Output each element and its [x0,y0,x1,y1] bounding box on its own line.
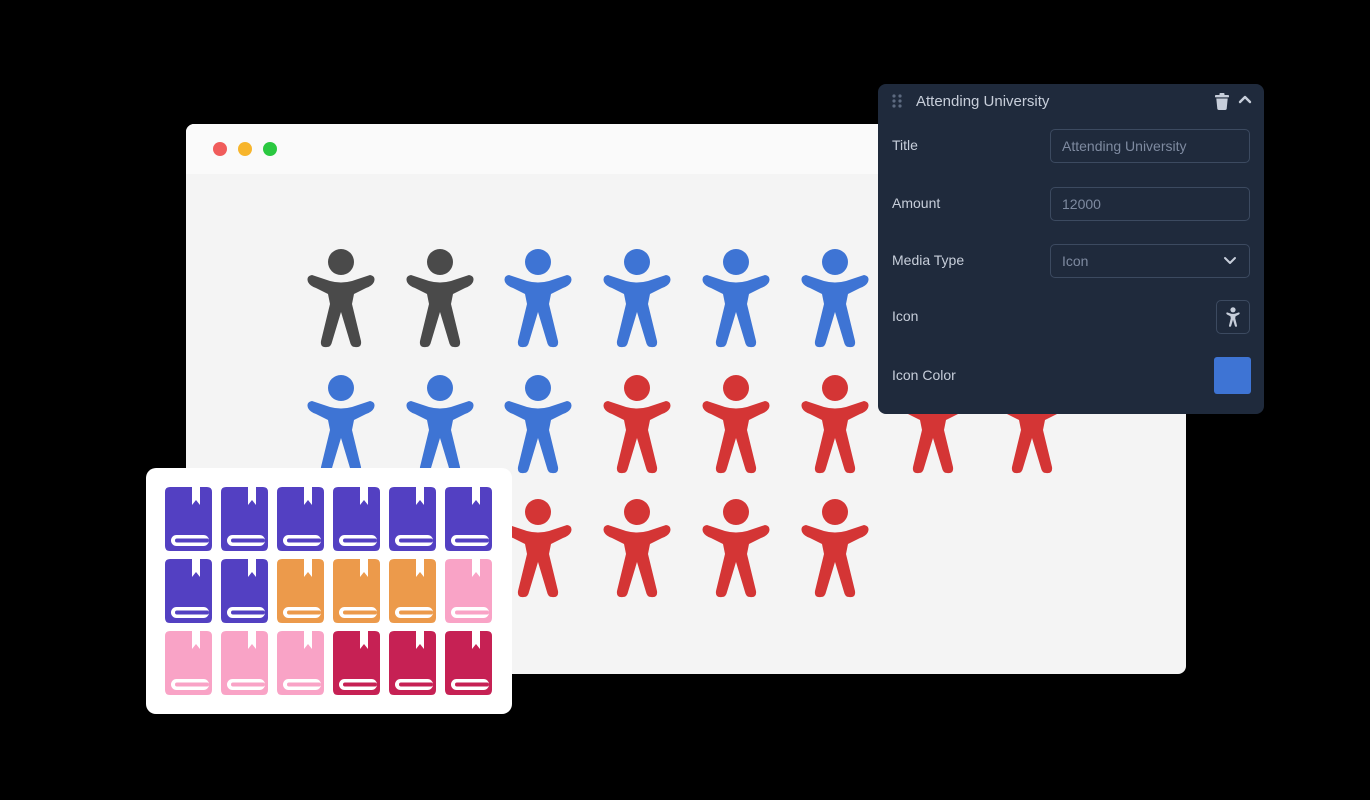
book-icon [389,559,436,623]
book-icon [165,487,212,551]
person-icon [603,499,671,598]
person-icon [504,375,572,474]
person-icon [603,249,671,348]
book-icon [221,487,268,551]
close-window-button[interactable] [213,142,227,156]
book-icon [389,487,436,551]
book-icon [221,559,268,623]
maximize-window-button[interactable] [263,142,277,156]
person-icon [702,375,770,474]
settings-panel: Attending University Title Attending Uni… [878,84,1264,414]
icon-color-label: Icon Color [892,367,956,383]
drag-handle-icon[interactable] [892,94,902,108]
person-icon [603,375,671,474]
book-icon [277,631,324,695]
person-icon [504,249,572,348]
book-icon [165,559,212,623]
person-icon [801,375,868,474]
book-icon [389,631,436,695]
media-type-label: Media Type [892,252,965,268]
book-icon [445,631,492,695]
person-icon [801,249,868,348]
chevron-down-icon [1224,257,1236,264]
person-icon [504,499,572,598]
minimize-window-button[interactable] [238,142,252,156]
book-icon [333,559,380,623]
collapse-chevron-icon[interactable] [1238,94,1252,104]
book-icon [277,487,324,551]
panel-header[interactable]: Attending University [878,84,1264,120]
media-type-select[interactable]: Icon [1050,244,1250,278]
book-icon [333,631,380,695]
icon-picker-button[interactable] [1216,300,1250,334]
title-label: Title [892,137,918,153]
person-icon [801,499,868,598]
book-icon [445,559,492,623]
book-icon [277,559,324,623]
person-icon [406,249,474,348]
book-icon [445,487,492,551]
icon-color-swatch[interactable] [1214,357,1251,394]
person-icon [702,499,770,598]
icon-label: Icon [892,308,919,324]
title-input[interactable]: Attending University [1050,129,1250,163]
trash-icon[interactable] [1215,93,1229,110]
media-type-value: Icon [1062,253,1089,269]
person-icon [307,375,375,474]
panel-title: Attending University [916,93,1050,110]
person-icon [1226,307,1240,327]
person-icon [307,249,375,348]
amount-input[interactable]: 12000 [1050,187,1250,221]
book-pictogram-card [146,468,512,714]
amount-label: Amount [892,195,941,211]
person-icon [702,249,770,348]
person-icon [406,375,474,474]
book-icon [165,631,212,695]
book-icon [221,631,268,695]
book-icon [333,487,380,551]
